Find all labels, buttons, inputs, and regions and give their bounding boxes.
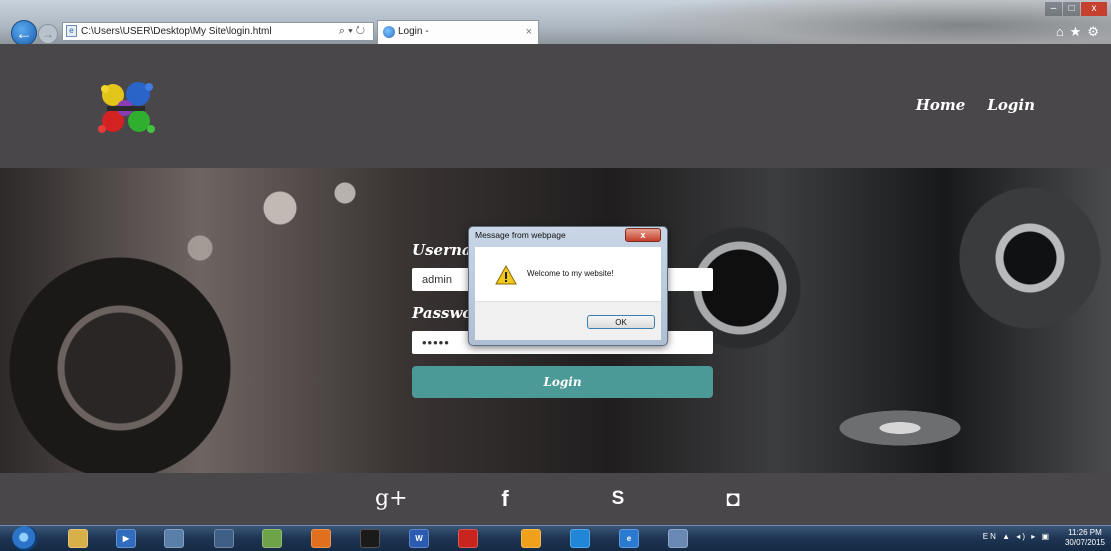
firefox-icon[interactable]: [311, 529, 331, 548]
minimize-button[interactable]: –: [1045, 2, 1062, 16]
main-nav: Home Login: [894, 96, 1035, 114]
explorer-icon[interactable]: [68, 529, 88, 548]
login-button[interactable]: Login: [412, 366, 713, 398]
back-button[interactable]: ←: [11, 20, 37, 44]
language-indicator[interactable]: EN: [983, 532, 998, 541]
paint-icon[interactable]: [668, 529, 688, 548]
ok-button[interactable]: OK: [587, 315, 655, 329]
dialog-body: Welcome to my website!: [475, 247, 661, 301]
clock-date: 30/07/2015: [1064, 538, 1105, 547]
window-close-button[interactable]: x: [1081, 2, 1107, 16]
start-button[interactable]: [12, 526, 38, 551]
home-favorites-tools-icons[interactable]: ⌂★⚙: [1056, 24, 1105, 40]
dialog-message: Welcome to my website!: [527, 269, 614, 278]
tab-login[interactable]: Login - ×: [377, 20, 539, 44]
facebook-icon[interactable]: f: [490, 481, 520, 517]
site-footer: g+ f S ◘: [0, 473, 1111, 525]
browser-chrome: ← → e C:\Users\USER\Desktop\My Site\logi…: [0, 0, 1111, 44]
nav-login[interactable]: Login: [987, 96, 1035, 114]
message-dialog: Message from webpage x Welcome to my web…: [468, 226, 668, 346]
nav-home[interactable]: Home: [916, 96, 966, 114]
warning-icon: [495, 265, 517, 285]
address-tools[interactable]: ⌕ ▾ ↻: [330, 22, 374, 41]
media-player-icon[interactable]: ▶: [116, 529, 136, 548]
site-header: Home Login: [0, 44, 1111, 168]
windows-taskbar: ▶ W e EN ▲ ◂) ▸ ▣ 11:26 PM 30/07/2015: [0, 525, 1111, 551]
google-plus-icon[interactable]: g+: [375, 481, 408, 517]
page-icon: e: [66, 25, 77, 37]
dialog-footer: OK: [475, 301, 661, 340]
address-text: C:\Users\USER\Desktop\My Site\login.html: [81, 26, 272, 37]
dialog-close-button[interactable]: x: [625, 228, 661, 242]
skype-icon[interactable]: S: [603, 481, 633, 517]
forward-button[interactable]: →: [38, 24, 58, 44]
cmd-icon[interactable]: [360, 529, 380, 548]
system-tray[interactable]: EN ▲ ◂) ▸ ▣: [983, 532, 1051, 541]
ie-tab-icon: [383, 26, 395, 38]
app-icon-3[interactable]: [570, 529, 590, 548]
tab-title: Login -: [398, 26, 429, 37]
taskbar-clock[interactable]: 11:26 PM 30/07/2015: [1065, 528, 1105, 548]
tab-close-icon[interactable]: ×: [526, 21, 532, 43]
dialog-title: Message from webpage: [475, 230, 566, 240]
clock-time: 11:26 PM: [1068, 528, 1102, 537]
app-icon-2[interactable]: [521, 529, 541, 548]
internet-explorer-icon[interactable]: e: [619, 529, 639, 548]
notepadpp-icon[interactable]: [262, 529, 282, 548]
window-controls: – □ x: [1044, 2, 1107, 18]
maximize-button[interactable]: □: [1063, 2, 1080, 16]
instagram-icon[interactable]: ◘: [718, 481, 748, 517]
app-icon[interactable]: [164, 529, 184, 548]
paint-splash-logo[interactable]: [93, 79, 159, 137]
acrobat-icon[interactable]: [458, 529, 478, 548]
tray-icons[interactable]: ▲ ◂) ▸ ▣: [1002, 532, 1051, 541]
word-icon[interactable]: W: [409, 529, 429, 548]
address-bar[interactable]: e C:\Users\USER\Desktop\My Site\login.ht…: [62, 22, 374, 41]
sql-icon[interactable]: [214, 529, 234, 548]
chrome-background: [600, 0, 1111, 44]
